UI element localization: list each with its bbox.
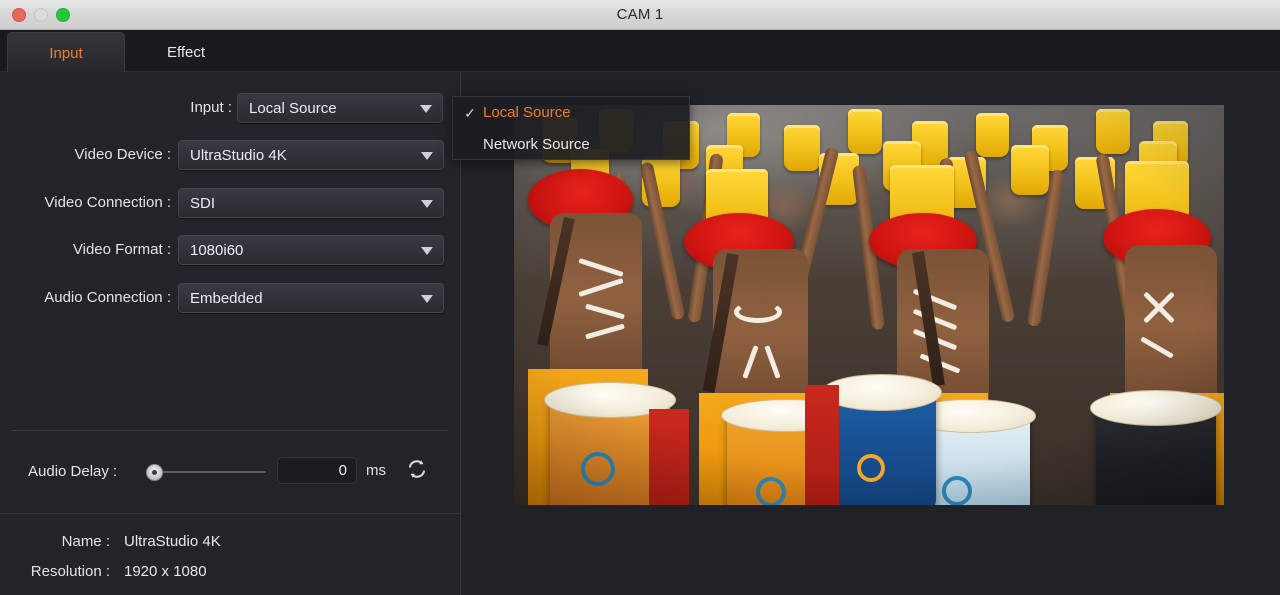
checkmark-icon: ✓: [464, 105, 476, 121]
settings-divider: [12, 430, 448, 431]
field-row-video-connection: Video Connection :: [0, 188, 171, 218]
video-format-value: 1080i60: [190, 241, 244, 259]
audio-connection-select[interactable]: Embedded: [178, 283, 444, 313]
audio-delay-unit: ms: [366, 462, 386, 479]
tab-input[interactable]: Input: [7, 32, 125, 73]
chevron-down-icon: [420, 105, 432, 113]
label-video-device: Video Device :: [74, 146, 171, 163]
cam-settings-window: CAM 1 Input Effect Input : Local Source …: [0, 0, 1280, 595]
window-titlebar: CAM 1: [0, 0, 1280, 30]
window-title: CAM 1: [616, 6, 664, 23]
field-row-audio-connection: Audio Connection :: [0, 283, 171, 313]
field-row-video-format: Video Format :: [0, 235, 171, 265]
settings-panel: Input : Local Source Video Device : Ultr…: [0, 72, 461, 595]
info-divider: [0, 513, 461, 514]
label-audio-connection: Audio Connection :: [44, 289, 171, 306]
chevron-down-icon: [421, 152, 433, 160]
tab-effect[interactable]: Effect: [126, 32, 246, 73]
field-row-video-device: Video Device :: [0, 140, 171, 170]
info-row-name: Name :: [0, 530, 110, 554]
slider-handle[interactable]: [146, 464, 163, 481]
chevron-down-icon: [421, 247, 433, 255]
info-value-resolution: 1920 x 1080: [124, 563, 207, 580]
chevron-down-icon: [421, 295, 433, 303]
menu-item-local-source[interactable]: ✓ Local Source: [453, 97, 691, 129]
video-connection-select[interactable]: SDI: [178, 188, 444, 218]
label-input: Input :: [190, 99, 232, 116]
label-resolution: Resolution :: [30, 563, 110, 580]
tab-bar: Input Effect: [0, 30, 1280, 73]
label-name: Name :: [61, 533, 110, 550]
info-row-resolution: Resolution :: [0, 560, 110, 584]
menu-item-network-source-label: Network Source: [483, 136, 590, 153]
input-source-select[interactable]: Local Source: [237, 93, 443, 123]
menu-item-network-source[interactable]: Network Source: [453, 129, 691, 161]
audio-connection-value: Embedded: [190, 289, 263, 307]
label-audio-delay: Audio Delay :: [28, 463, 118, 480]
preview-image: [514, 105, 1224, 505]
video-preview[interactable]: [514, 105, 1224, 505]
audio-delay-slider[interactable]: [146, 463, 266, 481]
label-video-connection: Video Connection :: [44, 194, 171, 211]
field-row-input: Input :: [0, 93, 232, 123]
chevron-down-icon: [421, 200, 433, 208]
input-source-dropdown-menu[interactable]: ✓ Local Source Network Source: [452, 96, 690, 160]
checkmark-placeholder-icon: [461, 129, 479, 161]
menu-item-local-source-label: Local Source: [483, 104, 571, 121]
video-device-value: UltraStudio 4K: [190, 146, 287, 164]
video-format-select[interactable]: 1080i60: [178, 235, 444, 265]
slider-track: [154, 471, 266, 473]
input-source-value: Local Source: [249, 99, 337, 117]
sync-refresh-icon[interactable]: [406, 458, 428, 480]
audio-delay-input[interactable]: 0: [277, 457, 357, 484]
video-connection-value: SDI: [190, 194, 216, 212]
label-video-format: Video Format :: [72, 241, 171, 258]
video-device-select[interactable]: UltraStudio 4K: [178, 140, 444, 170]
info-value-name: UltraStudio 4K: [124, 533, 221, 550]
